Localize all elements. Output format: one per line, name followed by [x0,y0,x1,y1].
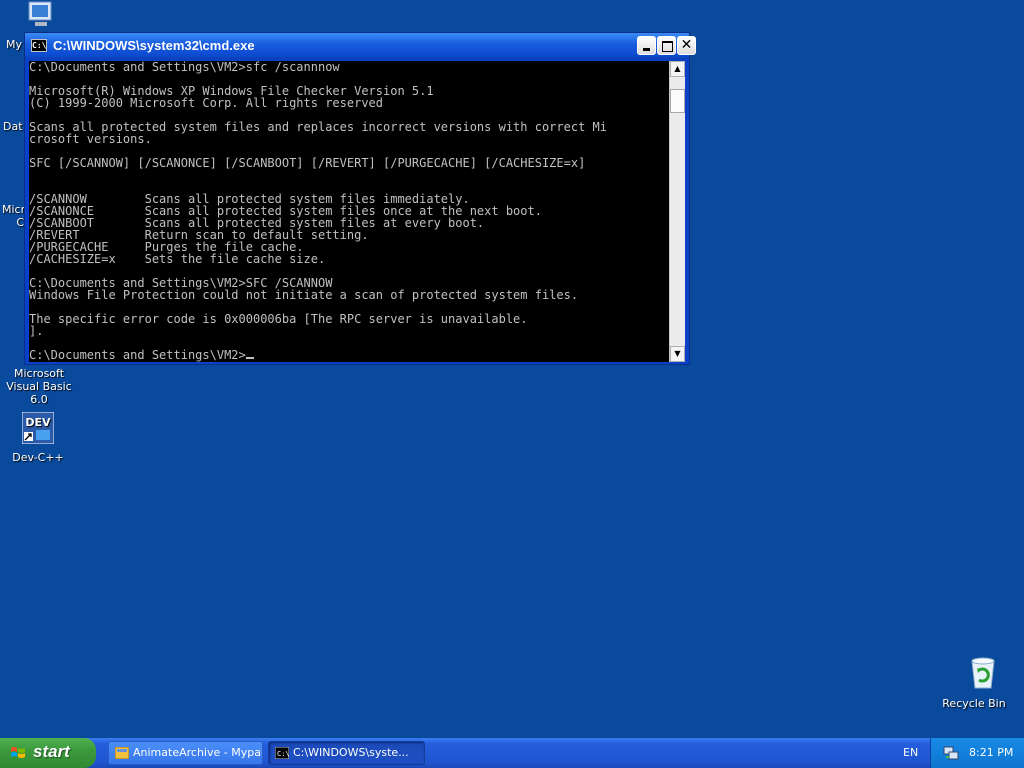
data-desktop-icon[interactable]: Dat [3,120,23,133]
my-computer-desktop-icon[interactable]: My [0,0,60,51]
title-bar[interactable]: C:\ C:\WINDOWS\system32\cmd.exe ✕ [25,33,696,59]
cmd-window[interactable]: C:\ C:\WINDOWS\system32\cmd.exe ✕ C:\Doc… [24,32,696,365]
start-label: start [33,742,70,761]
close-button[interactable]: ✕ [677,36,696,55]
console-line: (C) 1999-2000 Microsoft Corp. All rights… [29,96,384,110]
console-line: The specific error code is 0x000006ba [T… [29,312,528,326]
devcpp-icon: DEV [21,411,55,445]
console-line: Windows File Protection could not initia… [29,288,579,302]
console-line: /CACHESIZE=x Sets the file cache size. [29,252,326,266]
arrow-down-icon: ▼ [674,349,681,358]
devcpp-desktop-icon[interactable]: DEV Dev-C++ [8,411,68,464]
language-indicator[interactable]: EN [903,746,918,759]
taskbar-item-label: AnimateArchive - Mypal [133,746,263,759]
svg-text:C:\: C:\ [277,750,289,758]
taskbar-item-cmd[interactable]: C:\ C:\WINDOWS\syste... [268,741,425,765]
vb6-desktop-icon[interactable]: Microsoft Visual Basic 6.0 [0,367,78,406]
recycle-bin-desktop-icon[interactable]: Recycle Bin [940,656,1008,710]
minimize-icon [643,48,650,51]
maximize-icon [662,41,673,52]
scroll-down-button[interactable]: ▼ [670,346,685,362]
recycle-bin-icon [971,657,995,689]
scroll-thumb[interactable] [670,89,685,113]
minimize-button[interactable] [637,36,656,55]
recycle-bin-label: Recycle Bin [942,697,1006,710]
arrow-up-icon: ▲ [674,64,681,73]
computer-icon [28,1,52,26]
windows-logo-icon [11,747,25,758]
window-title: C:\WINDOWS\system32\cmd.exe [53,38,255,53]
taskbar: start AnimateArchive - Mypal C:\ C:\WIND… [0,738,1024,768]
cmd-task-icon: C:\ [275,747,289,759]
system-tray: 8:21 PM [930,738,1024,768]
console-line: crosoft versions. [29,132,152,146]
console-line: C:\Documents and Settings\VM2>sfc /scann… [29,61,340,74]
vertical-scrollbar[interactable]: ▲ ▼ [669,61,685,362]
svg-text:DEV: DEV [25,416,51,429]
console-line: ]. [29,324,44,338]
maximize-button[interactable] [657,36,676,55]
network-icon[interactable] [943,745,959,761]
devcpp-label: Dev-C++ [12,451,64,464]
console-line: SFC [/SCANNOW] [/SCANONCE] [/SCANBOOT] [… [29,156,586,170]
my-computer-label: My [6,38,23,51]
scroll-up-button[interactable]: ▲ [670,61,685,77]
mypal-icon [115,747,129,759]
close-icon: ✕ [680,37,693,53]
start-button[interactable]: start [0,738,96,768]
clock[interactable]: 8:21 PM [969,746,1013,759]
console-line: C:\Documents and Settings\VM2> [29,348,246,362]
cmd-app-icon[interactable]: C:\ [31,39,47,52]
microsoft-label-2: C [16,216,24,229]
taskbar-item-label: C:\WINDOWS\syste... [293,746,409,759]
taskbar-item-mypal[interactable]: AnimateArchive - Mypal [108,741,263,765]
console-text: C:\Documents and Settings\VM2>sfc /scann… [29,61,669,361]
vb6-label: Microsoft Visual Basic 6.0 [6,367,72,406]
data-label: Dat [3,120,23,133]
console-output[interactable]: C:\Documents and Settings\VM2>sfc /scann… [29,61,669,362]
text-cursor [245,357,254,359]
